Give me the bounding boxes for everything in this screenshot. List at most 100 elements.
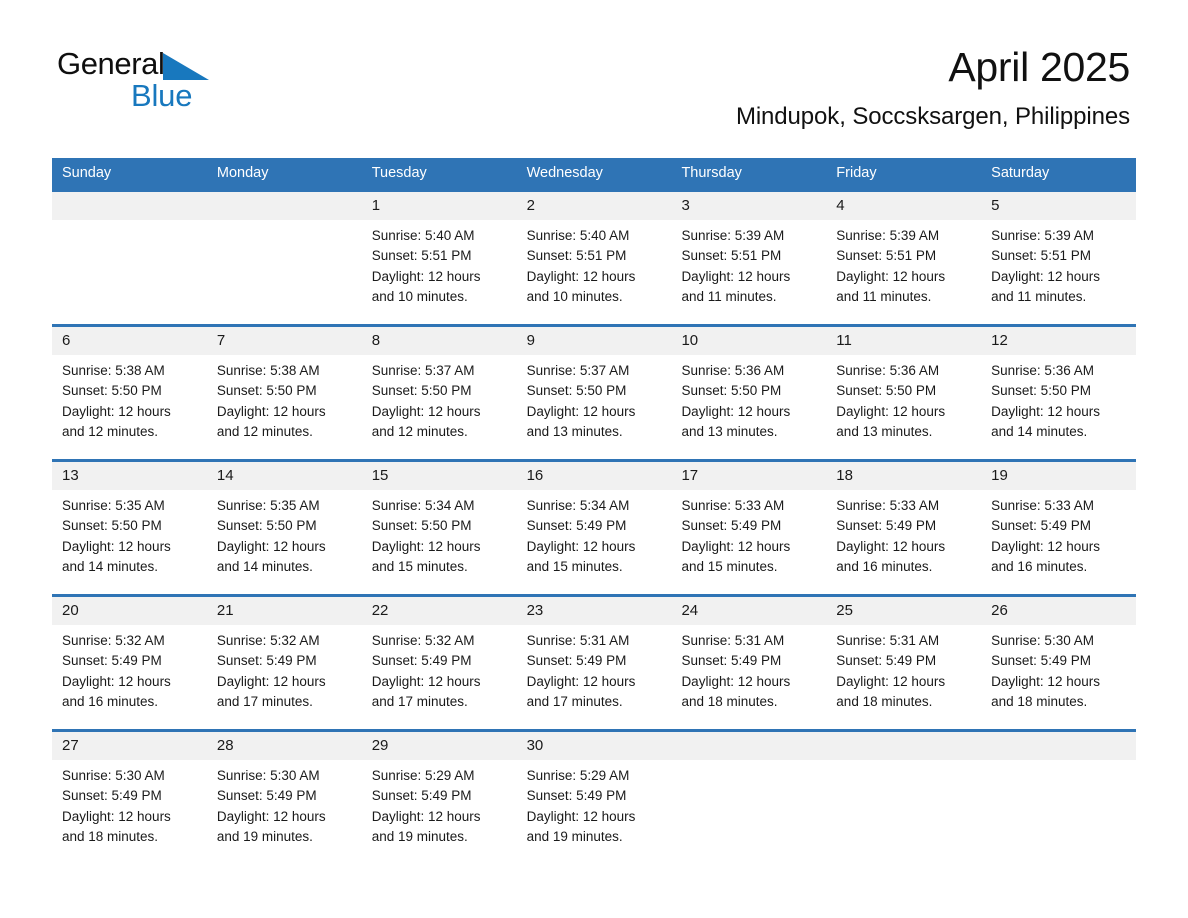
daylight-text: Daylight: 12 hours (991, 538, 1100, 554)
daylight-text: and 18 minutes. (836, 693, 933, 709)
day-number: 13 (52, 462, 207, 490)
sunrise-text: Sunrise: 5:36 AM (681, 363, 785, 378)
calendar-day-cell-empty (826, 732, 982, 849)
calendar-day-cell[interactable]: 14 Sunrise: 5:35 AM Sunset: 5:50 PM Dayligh… (206, 462, 362, 594)
day-details: Sunrise: 5:31 AM Sunset: 5:49 PM Daylight:… (517, 625, 672, 712)
daylight-text: and 13 minutes. (681, 423, 778, 439)
sunrise-text: Sunrise: 5:29 AM (371, 768, 475, 783)
calendar-day-cell[interactable]: 19 Sunrise: 5:33 AM Sunset: 5:49 PM Dayligh… (981, 462, 1137, 594)
page-title: April 2025 (948, 44, 1130, 90)
sunset-text: Sunset: 5:50 PM (62, 518, 162, 534)
daylight-text: Daylight: 12 hours (836, 268, 946, 284)
day-details: Sunrise: 5:33 AM Sunset: 5:49 PM Daylight:… (826, 490, 981, 577)
day-number: 14 (206, 462, 362, 490)
calendar-day-cell[interactable]: 8 Sunrise: 5:37 AM Sunset: 5:50 PM Daylight… (361, 327, 517, 459)
day-details: Sunrise: 5:37 AM Sunset: 5:50 PM Daylight:… (362, 355, 517, 442)
calendar-day-cell[interactable]: 16 Sunrise: 5:34 AM Sunset: 5:49 PM Dayligh… (516, 462, 672, 594)
day-number: 17 (671, 462, 827, 490)
calendar-day-cell[interactable]: 2 Sunrise: 5:40 AM Sunset: 5:51 PM Daylight… (516, 192, 672, 324)
sunrise-text: Sunrise: 5:34 AM (371, 498, 475, 513)
calendar-day-cell[interactable]: 4 Sunrise: 5:39 AM Sunset: 5:51 PM Daylight… (826, 192, 982, 324)
calendar-day-cell[interactable]: 24 Sunrise: 5:31 AM Sunset: 5:49 PM Dayligh… (671, 597, 827, 729)
sunset-text: Sunset: 5:49 PM (526, 518, 627, 534)
day-number: 2 (516, 192, 672, 220)
day-details (826, 760, 981, 766)
daylight-text: and 17 minutes. (526, 693, 623, 709)
sunset-text: Sunset: 5:49 PM (62, 653, 162, 669)
calendar-day-cell[interactable]: 28 Sunrise: 5:30 AM Sunset: 5:49 PM Dayligh… (206, 732, 362, 849)
calendar-page: General Blue April 2025 Mindupok, Soccsk… (0, 0, 1188, 918)
sunset-text: Sunset: 5:50 PM (216, 383, 317, 399)
day-number (981, 732, 1137, 760)
day-number: 12 (981, 327, 1137, 355)
calendar-day-cell[interactable]: 3 Sunrise: 5:39 AM Sunset: 5:51 PM Daylight… (671, 192, 827, 324)
sunset-text: Sunset: 5:50 PM (62, 383, 162, 399)
calendar-day-cell[interactable]: 1 Sunrise: 5:40 AM Sunset: 5:51 PM Daylight… (361, 192, 517, 324)
day-number: 1 (361, 192, 517, 220)
calendar-day-cell[interactable]: 30 Sunrise: 5:29 AM Sunset: 5:49 PM Dayligh… (516, 732, 672, 849)
calendar-day-cell[interactable]: 5 Sunrise: 5:39 AM Sunset: 5:51 PM Daylight… (981, 192, 1137, 324)
sunrise-text: Sunrise: 5:39 AM (991, 228, 1094, 243)
calendar-day-cell[interactable]: 22 Sunrise: 5:32 AM Sunset: 5:49 PM Dayligh… (361, 597, 517, 729)
day-number: 20 (52, 597, 207, 625)
calendar-day-cell[interactable]: 17 Sunrise: 5:33 AM Sunset: 5:49 PM Dayligh… (671, 462, 827, 594)
sunset-text: Sunset: 5:51 PM (526, 248, 627, 264)
weekday-header-friday: Friday (836, 165, 877, 181)
sunset-text: Sunset: 5:49 PM (991, 653, 1091, 669)
calendar-day-cell-empty (981, 732, 1137, 849)
day-details: Sunrise: 5:40 AM Sunset: 5:51 PM Daylight:… (517, 220, 672, 307)
day-details: Sunrise: 5:36 AM Sunset: 5:50 PM Daylight:… (826, 355, 981, 442)
calendar-day-cell[interactable]: 20 Sunrise: 5:32 AM Sunset: 5:49 PM Dayligh… (52, 597, 207, 729)
calendar-day-cell[interactable]: 13 Sunrise: 5:35 AM Sunset: 5:50 PM Dayligh… (52, 462, 207, 594)
day-number: 25 (826, 597, 982, 625)
calendar-day-cell[interactable]: 15 Sunrise: 5:34 AM Sunset: 5:50 PM Dayligh… (361, 462, 517, 594)
day-details: Sunrise: 5:39 AM Sunset: 5:51 PM Daylight:… (826, 220, 981, 307)
calendar-day-cell[interactable]: 9 Sunrise: 5:37 AM Sunset: 5:50 PM Daylight… (516, 327, 672, 459)
brand-logo[interactable]: General Blue (57, 48, 387, 118)
calendar-day-cell[interactable]: 25 Sunrise: 5:31 AM Sunset: 5:49 PM Dayligh… (826, 597, 982, 729)
sunset-text: Sunset: 5:49 PM (836, 518, 937, 534)
calendar-day-cell[interactable]: 11 Sunrise: 5:36 AM Sunset: 5:50 PM Dayligh… (826, 327, 982, 459)
weekday-header-sunday: Sunday (62, 165, 112, 181)
calendar-week-row: 6 Sunrise: 5:38 AM Sunset: 5:50 PM Daylight… (52, 324, 1137, 459)
daylight-text: and 11 minutes. (836, 288, 932, 304)
calendar-day-cell[interactable]: 21 Sunrise: 5:32 AM Sunset: 5:49 PM Dayligh… (206, 597, 362, 729)
sunset-text: Sunset: 5:49 PM (526, 788, 627, 804)
daylight-text: and 11 minutes. (681, 288, 777, 304)
sunset-text: Sunset: 5:51 PM (836, 248, 937, 264)
calendar-weeks: 1 Sunrise: 5:40 AM Sunset: 5:51 PM Daylight… (52, 189, 1137, 849)
sunrise-text: Sunrise: 5:33 AM (836, 498, 940, 513)
daylight-text: and 17 minutes. (216, 693, 313, 709)
calendar-day-cell[interactable]: 7 Sunrise: 5:38 AM Sunset: 5:50 PM Daylight… (206, 327, 362, 459)
day-number: 19 (981, 462, 1137, 490)
calendar-day-cell[interactable]: 26 Sunrise: 5:30 AM Sunset: 5:49 PM Dayligh… (981, 597, 1137, 729)
daylight-text: and 15 minutes. (681, 558, 778, 574)
day-number: 27 (52, 732, 207, 760)
day-details: Sunrise: 5:39 AM Sunset: 5:51 PM Daylight:… (981, 220, 1136, 307)
day-number: 22 (361, 597, 517, 625)
day-number: 4 (826, 192, 982, 220)
calendar-day-cell[interactable]: 12 Sunrise: 5:36 AM Sunset: 5:50 PM Dayligh… (981, 327, 1137, 459)
calendar-week-row: 13 Sunrise: 5:35 AM Sunset: 5:50 PM Dayligh… (52, 459, 1137, 594)
brand-name-blue: Blue (131, 78, 193, 113)
calendar-day-cell[interactable]: 18 Sunrise: 5:33 AM Sunset: 5:49 PM Dayligh… (826, 462, 982, 594)
day-details: Sunrise: 5:36 AM Sunset: 5:50 PM Daylight:… (671, 355, 826, 442)
calendar-table: Sunday Monday Tuesday Wednesday Thursday… (52, 158, 1137, 849)
weekday-header-monday: Monday (216, 165, 269, 181)
day-details: Sunrise: 5:39 AM Sunset: 5:51 PM Daylight:… (671, 220, 826, 307)
daylight-text: Daylight: 12 hours (526, 538, 636, 554)
sunset-text: Sunset: 5:49 PM (991, 518, 1091, 534)
daylight-text: Daylight: 12 hours (526, 673, 636, 689)
calendar-day-cell[interactable]: 29 Sunrise: 5:29 AM Sunset: 5:49 PM Dayligh… (361, 732, 517, 849)
calendar-day-cell[interactable]: 6 Sunrise: 5:38 AM Sunset: 5:50 PM Daylight… (52, 327, 207, 459)
weekday-header-saturday: Saturday (991, 165, 1050, 181)
calendar-day-cell[interactable]: 10 Sunrise: 5:36 AM Sunset: 5:50 PM Dayligh… (671, 327, 827, 459)
daylight-text: Daylight: 12 hours (836, 403, 946, 419)
calendar-day-cell[interactable]: 23 Sunrise: 5:31 AM Sunset: 5:49 PM Dayligh… (516, 597, 672, 729)
daylight-text: Daylight: 12 hours (991, 673, 1100, 689)
daylight-text: Daylight: 12 hours (371, 673, 481, 689)
weekday-header-tuesday: Tuesday (371, 165, 427, 181)
calendar-day-cell[interactable]: 27 Sunrise: 5:30 AM Sunset: 5:49 PM Dayligh… (52, 732, 207, 849)
sunrise-text: Sunrise: 5:35 AM (62, 498, 165, 513)
daylight-text: Daylight: 12 hours (371, 538, 481, 554)
